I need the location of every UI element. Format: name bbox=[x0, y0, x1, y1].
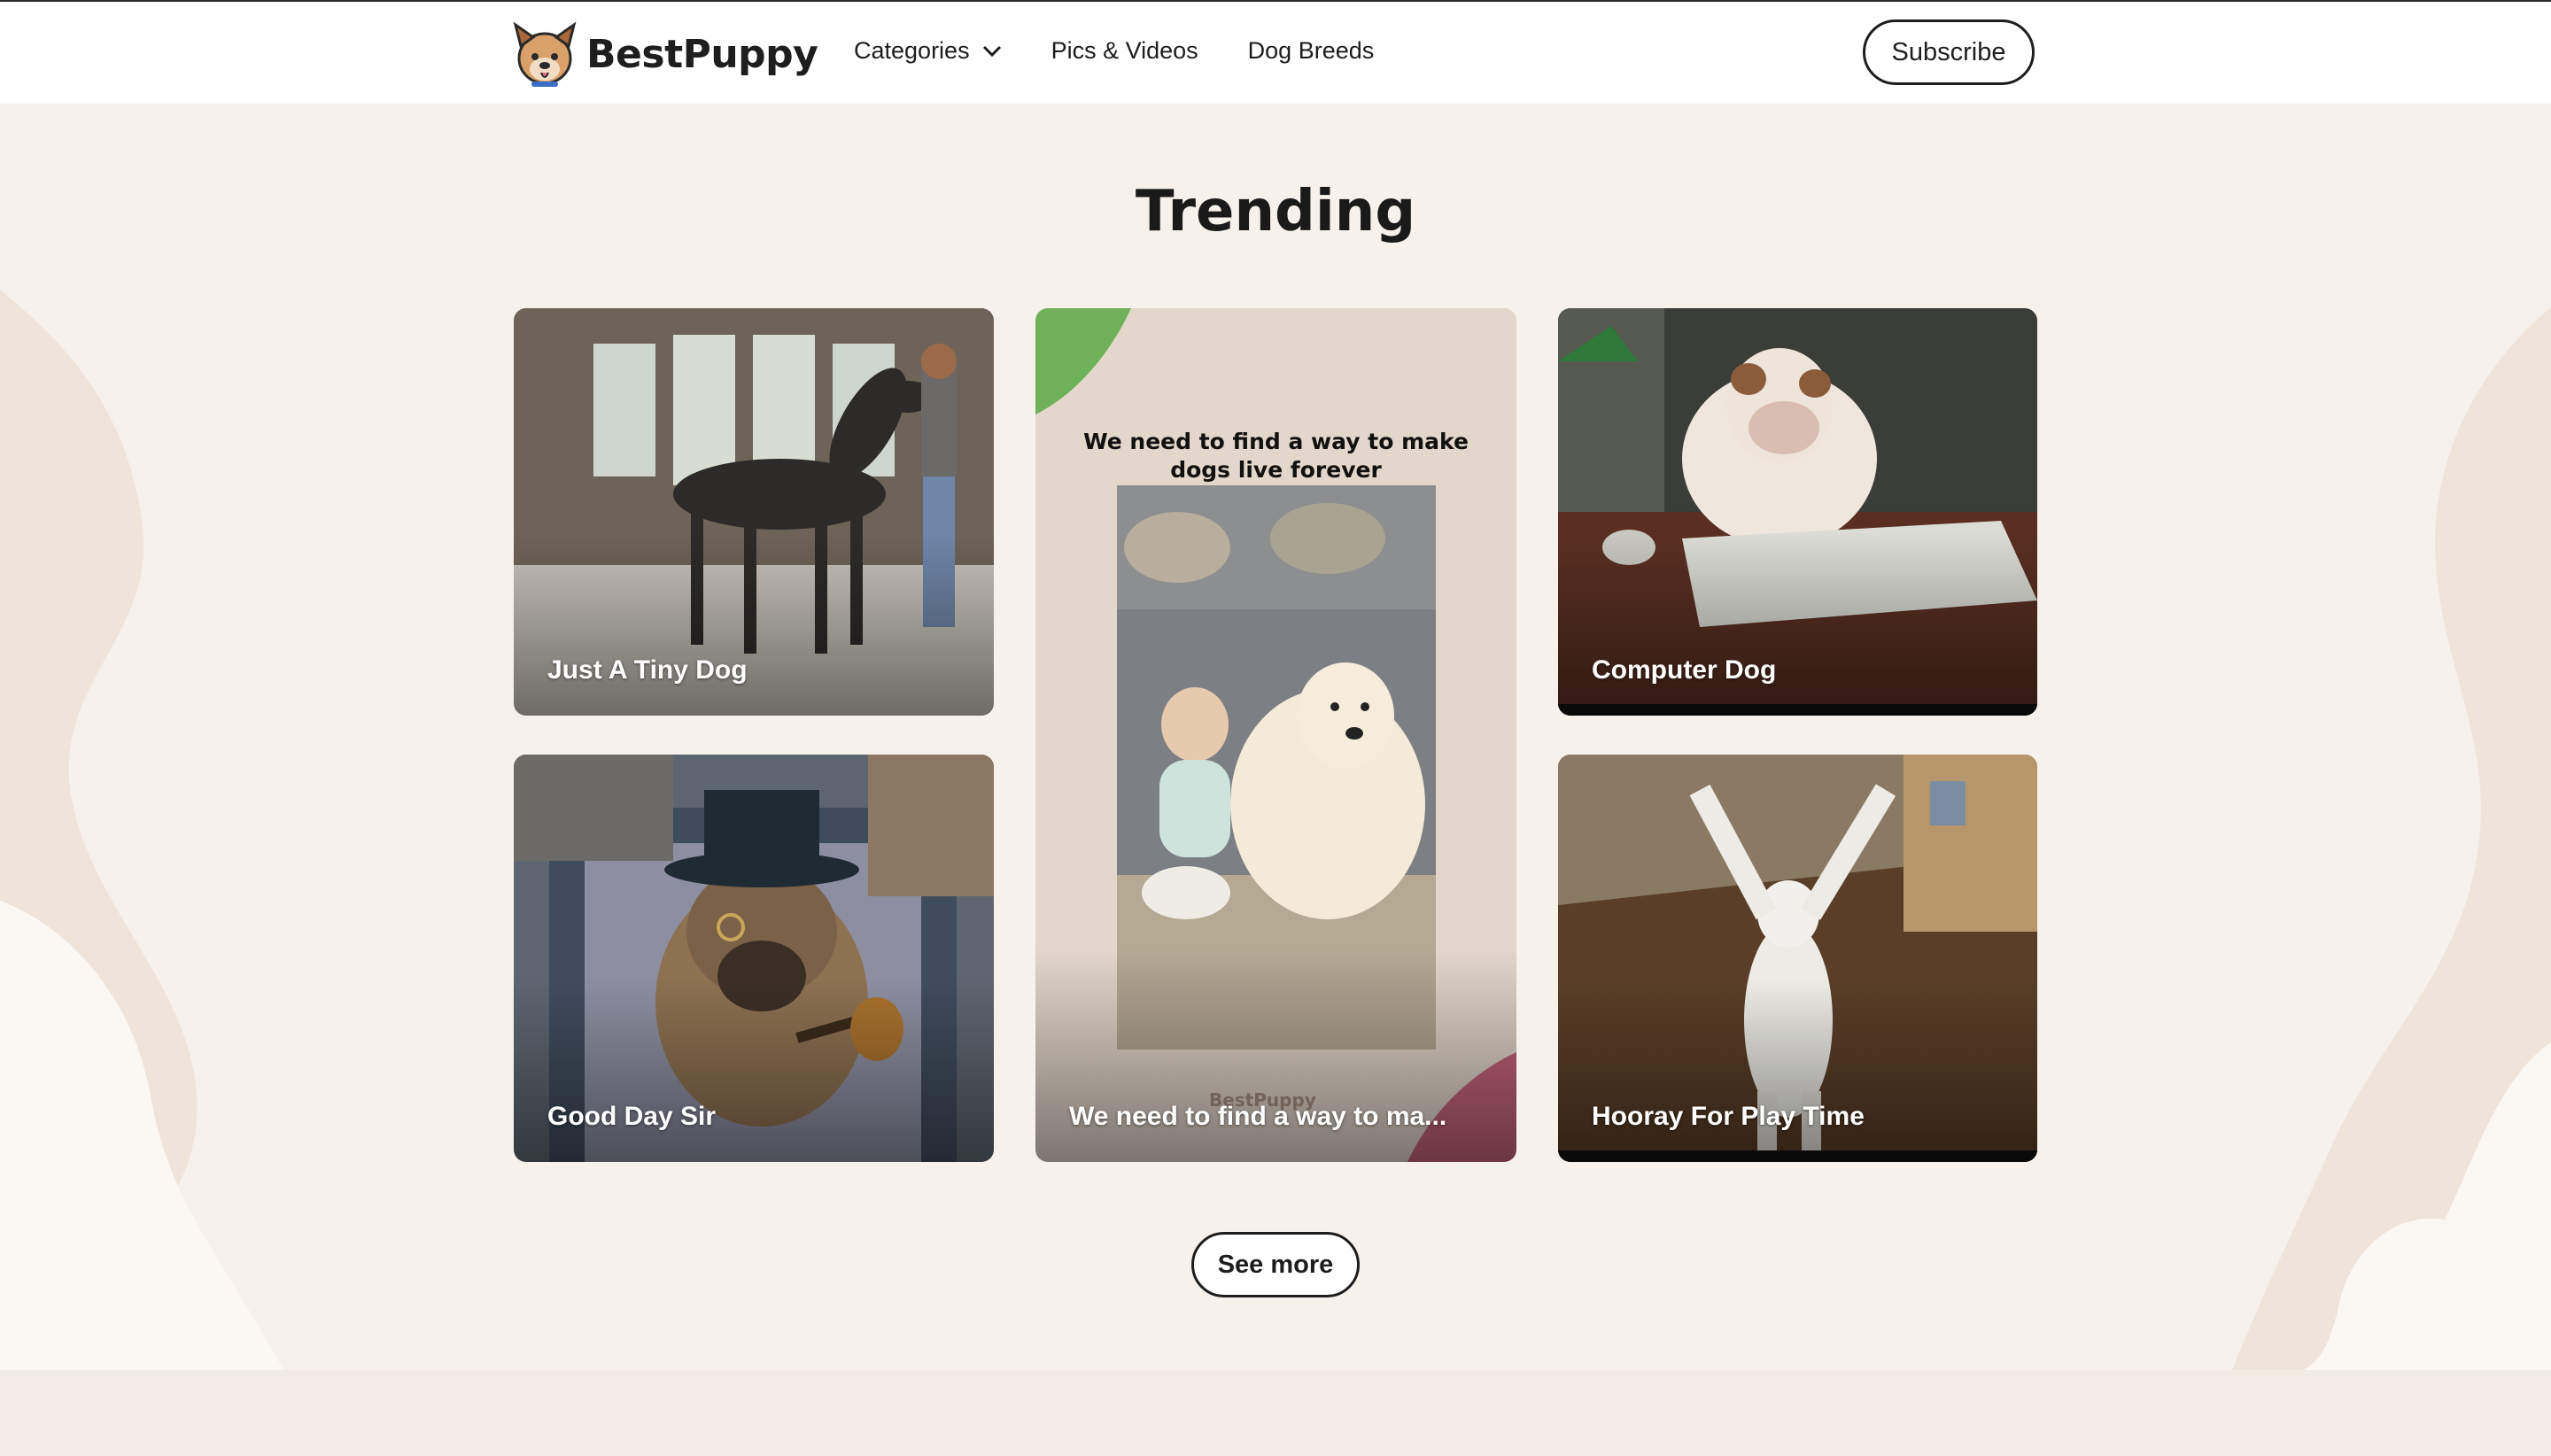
card-shade bbox=[1558, 532, 2037, 716]
nav-pics-videos[interactable]: Pics & Videos bbox=[1051, 37, 1198, 65]
nav-pics-videos-label: Pics & Videos bbox=[1051, 37, 1198, 64]
card-shade bbox=[514, 532, 994, 716]
card-shade bbox=[514, 979, 994, 1162]
card-title: We need to find a way to ma... bbox=[1069, 1102, 1447, 1131]
card-computer-dog[interactable]: Computer Dog bbox=[1558, 308, 2037, 716]
chevron-down-icon bbox=[982, 45, 1001, 57]
caption-line-1: We need to find a way to make bbox=[1083, 429, 1469, 454]
card-title: Hooray For Play Time bbox=[1592, 1102, 1865, 1131]
card-dogs-live-forever[interactable]: We need to find a way to make dogs live … bbox=[1035, 308, 1516, 1162]
nav-categories-label: Categories bbox=[854, 37, 970, 64]
card-hooray-for-play-time[interactable]: Hooray For Play Time bbox=[1558, 755, 2037, 1162]
brand-name: BestPuppy bbox=[586, 31, 818, 77]
card-title: Just A Tiny Dog bbox=[547, 655, 748, 685]
nav-dog-breeds-label: Dog Breeds bbox=[1247, 37, 1375, 64]
puppy-logo-icon bbox=[513, 21, 577, 87]
main-nav: Categories Pics & Videos Dog Breeds bbox=[854, 37, 1423, 65]
nav-dog-breeds[interactable]: Dog Breeds bbox=[1248, 37, 1375, 65]
card-title: Computer Dog bbox=[1592, 655, 1777, 685]
card-just-a-tiny-dog[interactable]: Just A Tiny Dog bbox=[514, 308, 994, 716]
card-shade bbox=[1558, 979, 2037, 1162]
caption-line-2: dogs live forever bbox=[1170, 457, 1382, 483]
see-more-button[interactable]: See more bbox=[1191, 1232, 1360, 1297]
subscribe-button[interactable]: Subscribe bbox=[1863, 19, 2035, 85]
card-title: Good Day Sir bbox=[547, 1102, 717, 1131]
card-good-day-sir[interactable]: Good Day Sir bbox=[514, 755, 994, 1162]
footer-band bbox=[0, 1370, 2551, 1456]
site-header: BestPuppy Categories Pics & Videos Dog B… bbox=[0, 2, 2551, 104]
trending-section: Trending Just A Tiny Dog We need to find… bbox=[0, 104, 2551, 1370]
section-heading: Trending bbox=[1135, 179, 1416, 244]
brand-logo[interactable]: BestPuppy bbox=[512, 19, 818, 89]
nav-categories[interactable]: Categories bbox=[854, 37, 1002, 65]
card-overlay-caption: We need to find a way to make dogs live … bbox=[1035, 428, 1516, 484]
